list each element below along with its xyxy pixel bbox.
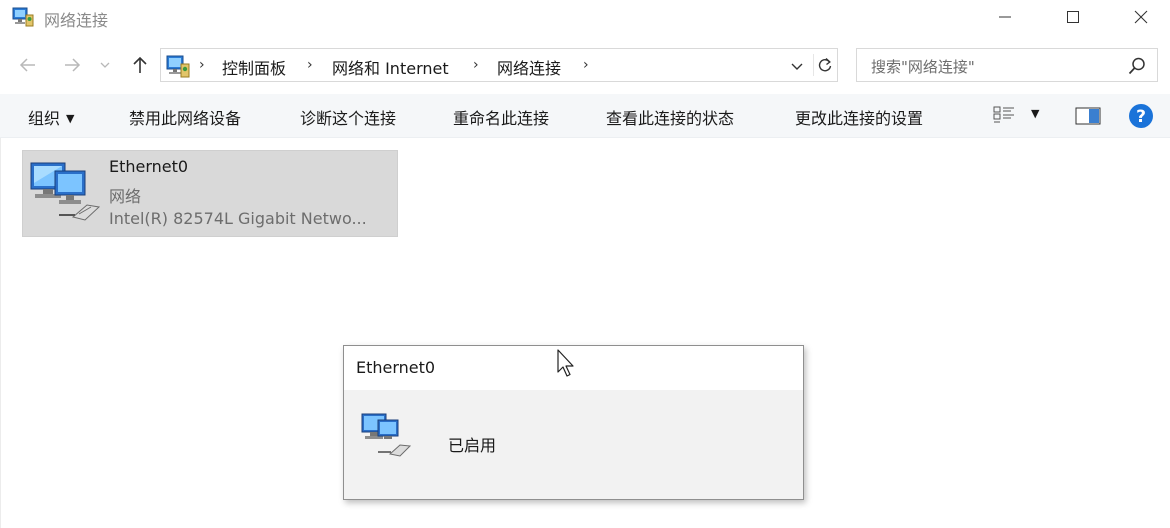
close-icon [1134, 10, 1148, 24]
breadcrumb-network-connections[interactable]: 网络连接 [497, 55, 561, 79]
help-icon[interactable]: ? [1128, 103, 1154, 129]
search-icon[interactable] [1127, 56, 1147, 76]
command-bar: 组织 ▼ 禁用此网络设备 诊断这个连接 重命名此连接 查看此连接的状态 更改此连接… [0, 94, 1170, 138]
diagnose-connection-button[interactable]: 诊断这个连接 [300, 105, 396, 129]
breadcrumb-network-internet[interactable]: 网络和 Internet [332, 55, 449, 79]
network-connection-item[interactable]: Ethernet0 网络 Intel(R) 82574L Gigabit Net… [22, 150, 398, 237]
back-button[interactable] [16, 53, 40, 77]
maximize-icon [1067, 11, 1079, 23]
navigation-bar: › 控制面板 › 网络和 Internet › 网络连接 › 搜索"网络连接" [0, 40, 1170, 90]
window-title: 网络连接 [44, 11, 109, 30]
arrow-up-icon [133, 56, 147, 73]
change-settings-button[interactable]: 更改此连接的设置 [795, 105, 923, 129]
address-bar[interactable]: › 控制面板 › 网络和 Internet › 网络连接 › [160, 48, 838, 82]
organize-label: 组织 [28, 109, 61, 128]
preview-pane-icon[interactable] [1075, 106, 1101, 126]
chevron-down-icon[interactable] [789, 58, 805, 74]
breadcrumb-separator[interactable]: › [307, 57, 313, 73]
up-button[interactable] [128, 53, 152, 77]
breadcrumb-separator[interactable]: › [583, 57, 589, 73]
arrow-left-icon [19, 58, 35, 72]
search-box[interactable]: 搜索"网络连接" [856, 48, 1158, 82]
connection-type: 网络 [109, 187, 142, 206]
control-panel-icon [166, 55, 190, 78]
rename-connection-button[interactable]: 重命名此连接 [453, 105, 549, 129]
refresh-button[interactable] [813, 54, 835, 76]
search-input[interactable]: 搜索"网络连接" [871, 56, 975, 77]
popup-status: 已启用 [448, 436, 497, 455]
svg-text:?: ? [1136, 107, 1146, 127]
close-button[interactable] [1118, 0, 1164, 34]
disable-device-button[interactable]: 禁用此网络设备 [129, 105, 241, 129]
recent-locations-button[interactable] [98, 53, 112, 77]
breadcrumb-control-panel[interactable]: 控制面板 [222, 55, 286, 79]
breadcrumb-separator[interactable]: › [199, 57, 205, 73]
forward-button[interactable] [60, 53, 84, 77]
breadcrumb-separator[interactable]: › [473, 57, 479, 73]
network-connections-icon [12, 7, 34, 27]
connection-name: Ethernet0 [109, 157, 189, 176]
arrow-right-icon [65, 58, 81, 72]
dropdown-caret-icon: ▼ [66, 112, 75, 125]
view-dropdown-icon[interactable]: ▼ [1031, 107, 1039, 120]
title-bar: 网络连接 [0, 0, 1170, 34]
mouse-cursor-icon [557, 349, 574, 377]
maximize-button[interactable] [1050, 0, 1096, 34]
network-adapter-icon [361, 413, 412, 457]
connection-adapter: Intel(R) 82574L Gigabit Netwo... [109, 209, 367, 228]
minimize-icon [999, 16, 1011, 18]
chevron-down-icon [100, 62, 110, 68]
view-status-button[interactable]: 查看此连接的状态 [606, 105, 734, 129]
popup-title: Ethernet0 [356, 358, 436, 377]
minimize-button[interactable] [982, 0, 1028, 34]
refresh-icon [818, 57, 831, 72]
view-options-icon[interactable] [993, 105, 1015, 125]
network-adapter-icon [30, 162, 101, 221]
organize-menu-button[interactable]: 组织 ▼ [28, 105, 74, 129]
